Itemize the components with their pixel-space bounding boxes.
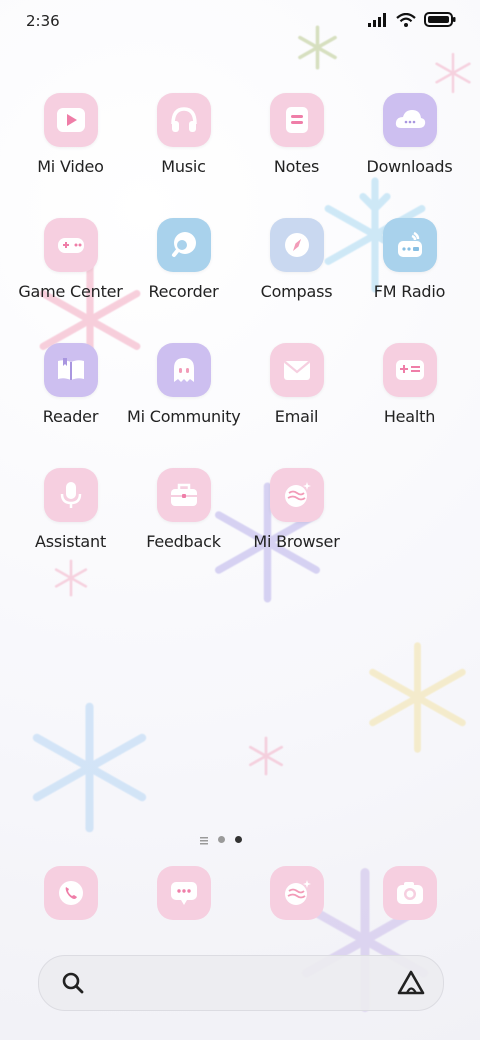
toolbox-icon xyxy=(156,468,211,522)
search-icon[interactable] xyxy=(61,971,85,999)
search-bar[interactable] xyxy=(38,955,444,1011)
app-mi-video[interactable]: Mi Video xyxy=(14,93,127,176)
app-label: Game Center xyxy=(18,282,123,301)
play-icon xyxy=(43,93,98,147)
battery-icon xyxy=(424,12,456,31)
phone-icon[interactable] xyxy=(44,866,98,920)
wifi-icon xyxy=(396,12,416,31)
app-label: Mi Video xyxy=(37,157,104,176)
health-card-icon xyxy=(382,343,437,397)
page-dot-active[interactable] xyxy=(235,836,242,843)
app-drawer-lines-icon xyxy=(200,830,208,849)
app-fm-radio[interactable]: FM Radio xyxy=(353,218,466,301)
notes-icon xyxy=(269,93,324,147)
app-label: Reader xyxy=(42,407,99,426)
app-reader[interactable]: Reader xyxy=(14,343,127,426)
book-icon xyxy=(43,343,98,397)
status-time: 2:36 xyxy=(26,12,60,30)
browser-globe-icon[interactable] xyxy=(270,866,324,920)
app-mi-community[interactable]: Mi Community xyxy=(127,343,241,426)
app-label: Recorder xyxy=(148,282,219,301)
page-dot[interactable] xyxy=(218,836,225,843)
camera-icon[interactable] xyxy=(383,866,437,920)
app-label: Mi Browser xyxy=(253,532,340,551)
recorder-icon xyxy=(156,218,211,272)
app-mi-browser[interactable]: Mi Browser xyxy=(240,468,353,551)
snowflake-decoration xyxy=(246,735,286,777)
signal-icon xyxy=(368,12,388,31)
snowflake-decoration xyxy=(52,558,90,598)
mail-icon xyxy=(269,343,324,397)
assistant-triangle-icon[interactable] xyxy=(397,970,425,1000)
snowflake-decoration xyxy=(432,52,474,94)
app-feedback[interactable]: Feedback xyxy=(127,468,240,551)
app-recorder[interactable]: Recorder xyxy=(127,218,240,301)
app-label: Mi Community xyxy=(127,407,241,426)
radio-icon xyxy=(382,218,437,272)
app-label: FM Radio xyxy=(373,282,446,301)
app-health[interactable]: Health xyxy=(353,343,466,426)
app-downloads[interactable]: Downloads xyxy=(353,93,466,176)
app-label: Compass xyxy=(260,282,333,301)
app-label: Music xyxy=(161,157,206,176)
app-label: Assistant xyxy=(34,532,107,551)
message-icon[interactable] xyxy=(157,866,211,920)
headphones-icon xyxy=(156,93,211,147)
app-label: Health xyxy=(383,407,436,426)
app-label: Email xyxy=(274,407,319,426)
app-game-center[interactable]: Game Center xyxy=(14,218,127,301)
ghost-icon xyxy=(156,343,211,397)
gamepad-icon xyxy=(43,218,98,272)
compass-icon xyxy=(269,218,324,272)
app-notes[interactable]: Notes xyxy=(240,93,353,176)
app-label: Feedback xyxy=(146,532,221,551)
status-icons xyxy=(368,12,456,31)
status-bar: 2:36 xyxy=(0,0,480,44)
cloud-icon xyxy=(382,93,437,147)
app-email[interactable]: Email xyxy=(240,343,353,426)
browser-globe-icon xyxy=(269,468,324,522)
page-indicator[interactable] xyxy=(200,830,242,849)
app-label: Notes xyxy=(273,157,320,176)
app-compass[interactable]: Compass xyxy=(240,218,353,301)
app-music[interactable]: Music xyxy=(127,93,240,176)
app-label: Downloads xyxy=(366,157,453,176)
app-assistant[interactable]: Assistant xyxy=(14,468,127,551)
snowflake-decoration xyxy=(360,640,475,755)
snowflake-decoration xyxy=(22,695,157,840)
microphone-icon xyxy=(43,468,98,522)
